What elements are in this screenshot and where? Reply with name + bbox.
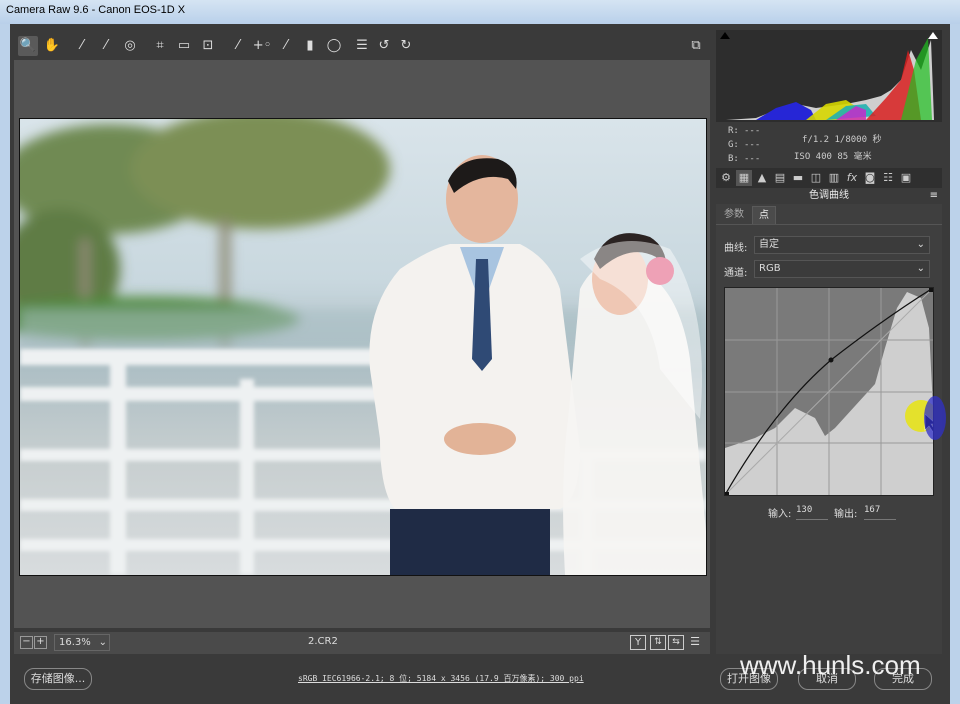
- preview-footer: − + 16.3% ⌄ 2.CR2 Y ⇅ ⇆ ☰: [14, 632, 710, 654]
- channel-select-value: RGB: [759, 263, 781, 274]
- filename: 2.CR2: [308, 636, 338, 647]
- panel-menu-icon[interactable]: ≡: [930, 188, 938, 204]
- fullscreen-icon[interactable]: ⧉: [686, 36, 706, 56]
- zoom-select[interactable]: 16.3% ⌄: [54, 634, 110, 651]
- histogram-graph: [726, 38, 934, 120]
- tab-effects-icon[interactable]: fx: [844, 170, 860, 186]
- preferences-icon[interactable]: ☰: [352, 36, 372, 56]
- curve-label: 曲线:: [724, 243, 748, 254]
- zoom-value: 16.3%: [59, 637, 91, 648]
- spot-removal-icon[interactable]: ⁄: [228, 36, 248, 56]
- input-field[interactable]: 130: [796, 505, 828, 520]
- photo-preview[interactable]: [19, 118, 707, 576]
- tab-camera-calibration-icon[interactable]: ◙: [862, 170, 878, 186]
- photo-illustration: [20, 119, 706, 575]
- radial-filter-icon[interactable]: ◯: [324, 36, 344, 56]
- b-label: B:: [728, 154, 739, 164]
- curve-subtabs: 参数 点: [716, 206, 942, 225]
- tab-hsl-icon[interactable]: ▤: [772, 170, 788, 186]
- rotate-ccw-icon[interactable]: ↺: [374, 36, 394, 56]
- b-value: ---: [744, 154, 761, 164]
- color-sampler-icon[interactable]: ⁄: [96, 36, 116, 56]
- cursor-highlight: [924, 396, 946, 440]
- curve-point: [828, 357, 834, 363]
- channel-label: 通道:: [724, 268, 748, 279]
- adjustment-brush-icon[interactable]: ⁄: [276, 36, 296, 56]
- tab-detail-icon[interactable]: ▲: [754, 170, 770, 186]
- watermark: www.hunls.com: [740, 650, 921, 680]
- camera-info: R: --- G: --- B: --- f/1.2 1/8000 秒 ISO …: [716, 122, 942, 168]
- window-title: Camera Raw 9.6 - Canon EOS-1D X: [6, 4, 186, 16]
- hand-icon[interactable]: ✋: [42, 36, 62, 56]
- tab-snapshots-icon[interactable]: ▣: [898, 170, 914, 186]
- r-label: R:: [728, 126, 739, 136]
- tone-curve-graph: [724, 287, 937, 496]
- input-label: 输入:: [768, 509, 792, 520]
- white-balance-icon[interactable]: ⁄: [72, 36, 92, 56]
- crop-icon[interactable]: ⌗: [150, 36, 170, 56]
- aperture-shutter: f/1.2 1/8000 秒: [802, 135, 882, 145]
- rotate-cw-icon[interactable]: ↻: [396, 36, 416, 56]
- right-border: [950, 24, 960, 704]
- before-after-y-button[interactable]: Y: [630, 635, 646, 650]
- tab-presets-icon[interactable]: ☷: [880, 170, 896, 186]
- tab-transform-icon[interactable]: ▥: [826, 170, 842, 186]
- tab-basic-icon[interactable]: ⚙: [718, 170, 734, 186]
- r-value: ---: [744, 126, 761, 136]
- divider: [716, 224, 942, 225]
- transform-icon[interactable]: ⊡: [198, 36, 218, 56]
- histogram: [716, 30, 942, 122]
- channel-select[interactable]: RGB ⌄: [754, 260, 930, 278]
- iso-focal: ISO 400 85 毫米: [794, 152, 872, 162]
- panel-title-text: 色调曲线: [809, 190, 849, 201]
- tab-split-toning-icon[interactable]: ▬: [790, 170, 806, 186]
- panel-tabs: ⚙ ▦ ▲ ▤ ▬ ◫ ▥ fx ◙ ☷ ▣: [716, 168, 942, 188]
- panel-title: 色调曲线 ≡: [716, 188, 942, 204]
- g-label: G:: [728, 140, 739, 150]
- zoom-out-button[interactable]: −: [20, 636, 33, 649]
- left-border: [0, 24, 10, 704]
- chevron-down-icon: ⌄: [916, 239, 925, 250]
- zoom-icon[interactable]: 🔍: [18, 36, 38, 56]
- targeted-adjust-icon[interactable]: ◎: [120, 36, 140, 56]
- toolbar: 🔍 ✋ ⁄ ⁄ ◎ ⌗ ▭ ⊡ ⁄ +◦ ⁄ ▮ ◯ ☰ ↺ ↻ ⧉: [14, 34, 710, 58]
- swap-icon[interactable]: ⇅: [650, 635, 666, 650]
- workflow-options-link[interactable]: sRGB IEC61966-2.1; 8 位; 5184 x 3456 (17.…: [298, 673, 584, 684]
- g-value: ---: [744, 140, 761, 150]
- tone-curve-editor[interactable]: [724, 287, 937, 496]
- zoom-in-button[interactable]: +: [34, 636, 47, 649]
- graduated-filter-icon[interactable]: ▮: [300, 36, 320, 56]
- chevron-down-icon: ⌄: [98, 637, 107, 648]
- copy-settings-icon[interactable]: ⇆: [668, 635, 684, 650]
- tab-tone-curve-icon[interactable]: ▦: [736, 170, 752, 186]
- red-eye-icon[interactable]: +◦: [252, 36, 272, 56]
- straighten-icon[interactable]: ▭: [174, 36, 194, 56]
- output-label: 输出:: [834, 509, 858, 520]
- title-bar: Camera Raw 9.6 - Canon EOS-1D X: [0, 0, 960, 25]
- curve-select[interactable]: 自定 ⌄: [754, 236, 930, 254]
- save-image-button[interactable]: 存储图像...: [24, 668, 92, 690]
- output-field[interactable]: 167: [864, 505, 896, 520]
- curve-select-value: 自定: [759, 239, 779, 250]
- tab-point[interactable]: 点: [752, 206, 776, 225]
- tab-lens-icon[interactable]: ◫: [808, 170, 824, 186]
- tab-parametric[interactable]: 参数: [718, 206, 750, 224]
- toggle-settings-icon[interactable]: ☰: [688, 635, 702, 648]
- chevron-down-icon: ⌄: [916, 263, 925, 274]
